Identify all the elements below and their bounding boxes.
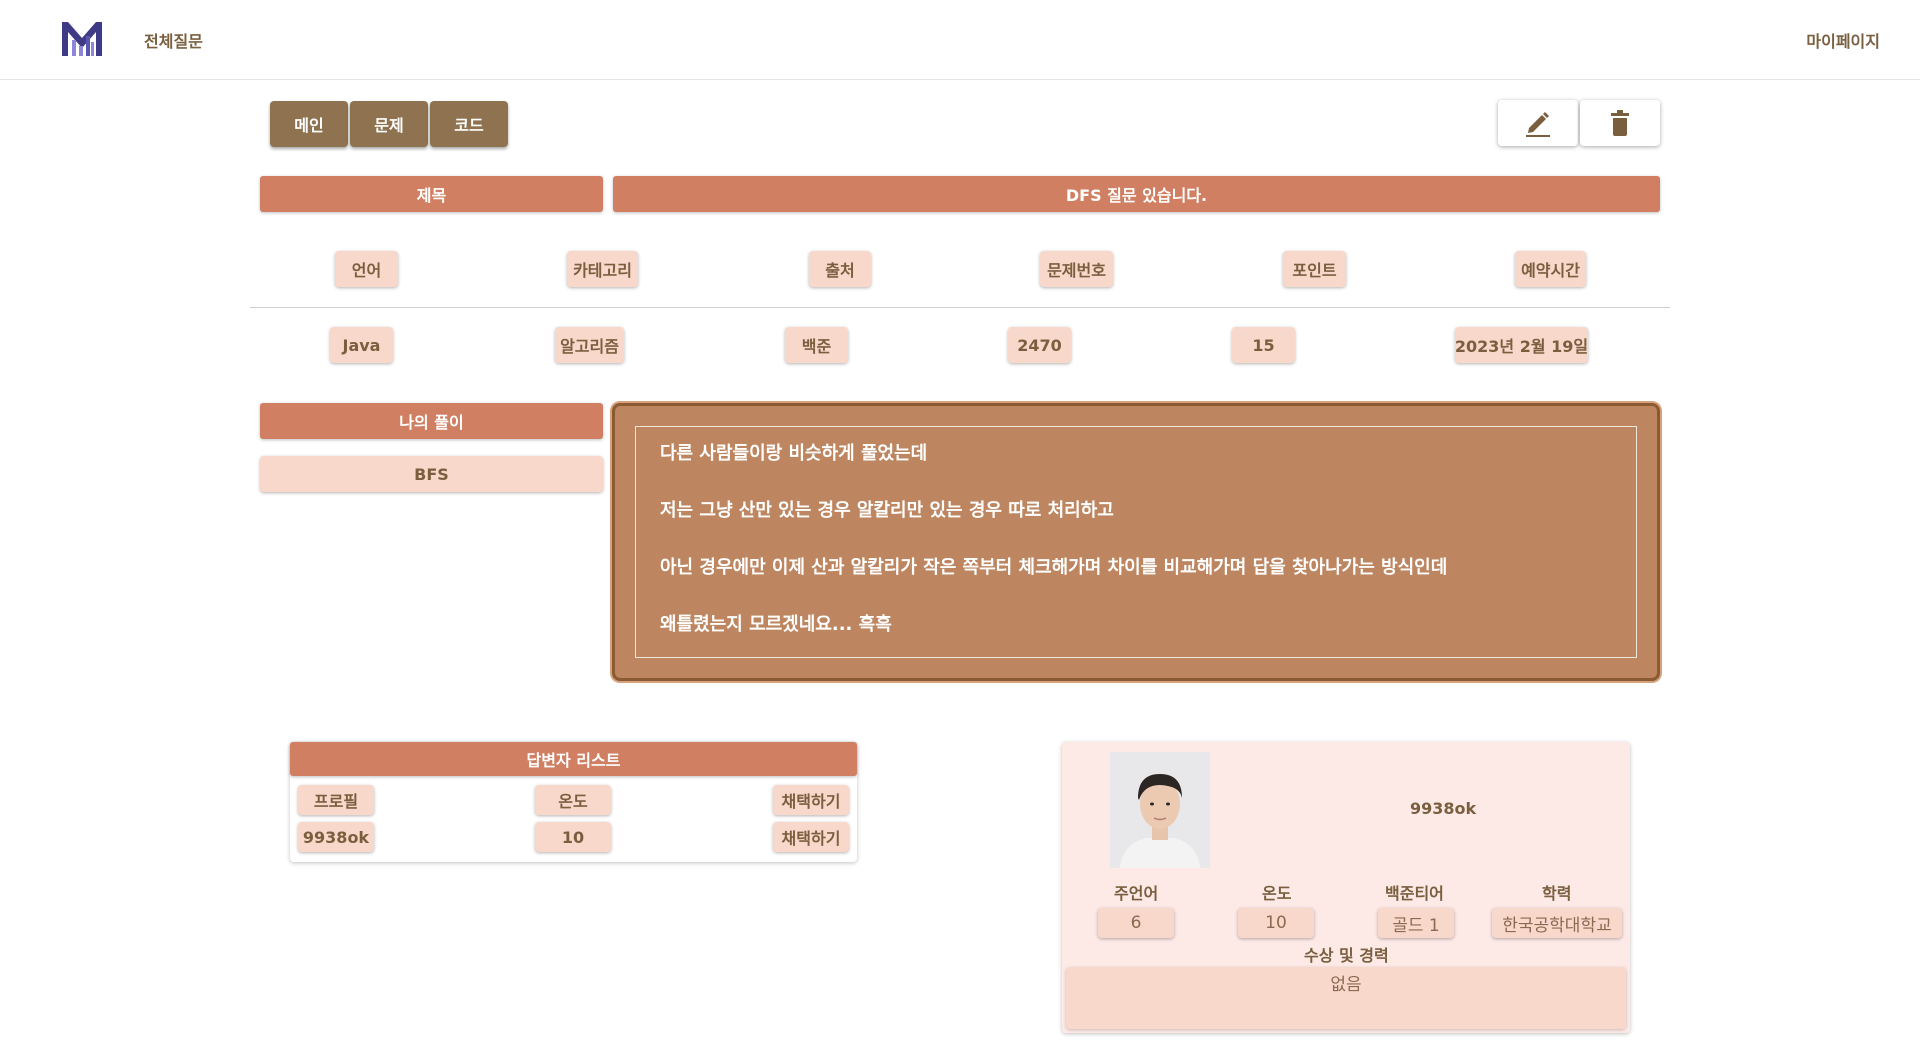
profile-value-tier: 골드 1 [1378,908,1454,938]
answerer-temp: 10 [535,822,611,852]
info-value-point: 15 [1232,327,1295,363]
info-divider [250,307,1670,308]
tab-bar: 메인 문제 코드 [270,101,508,147]
title-label: 제목 [260,176,603,212]
answerer-header-profile: 프로필 [298,785,374,815]
nav-all-questions[interactable]: 전체질문 [144,28,203,52]
info-value-reserve-time: 2023년 2월 19일 [1455,327,1588,363]
title-value: DFS 질문 있습니다. [613,176,1660,212]
logo-icon[interactable] [62,22,102,56]
tab-problem[interactable]: 문제 [350,101,428,147]
profile-label-language: 주언어 [1114,884,1159,903]
select-answer-button[interactable]: 채택하기 [773,822,849,852]
info-value-source: 백준 [785,327,848,363]
tab-code[interactable]: 코드 [430,101,508,147]
info-header-point: 포인트 [1283,251,1346,287]
profile-label-temp: 온도 [1262,884,1292,903]
info-value-category: 알고리즘 [555,327,624,363]
answerer-header-select: 채택하기 [773,785,849,815]
profile-label-tier: 백준티어 [1385,884,1444,903]
profile-card: 9938ok 주언어 온도 백준티어 학력 6 10 골드 1 한국공학대학교 … [1062,742,1630,1033]
solution-algorithm: BFS [260,456,603,492]
answerer-list: 답변자 리스트 프로필 온도 채택하기 9938ok 10 채택하기 [290,742,857,862]
nav-mypage[interactable]: 마이페이지 [1806,28,1880,52]
top-navbar: 전체질문 마이페이지 [0,0,1920,80]
info-header-category: 카테고리 [567,251,638,287]
edit-button[interactable] [1498,100,1578,146]
profile-awards-value: 없음 [1066,967,1626,1029]
solution-line: 아닌 경우에만 이제 산과 알칼리가 작은 쪽부터 체크해가며 차이를 비교해가… [660,557,1448,578]
solution-content-box: 다른 사람들이랑 비슷하게 풀었는데 저는 그냥 산만 있는 경우 알칼리만 있… [612,403,1660,681]
solution-content-inner: 다른 사람들이랑 비슷하게 풀었는데 저는 그냥 산만 있는 경우 알칼리만 있… [635,426,1637,658]
profile-value-language: 6 [1098,908,1174,938]
answerer-header-temp: 온도 [535,785,611,815]
avatar [1110,752,1210,868]
profile-awards-label: 수상 및 경력 [1304,946,1389,965]
answerer-profile-link[interactable]: 9938ok [298,822,374,852]
profile-value-temp: 10 [1238,908,1314,938]
profile-label-education: 학력 [1542,884,1572,903]
action-buttons [1498,100,1660,146]
answerer-list-title: 답변자 리스트 [290,742,857,776]
profile-name: 9938ok [1410,799,1477,818]
profile-value-education: 한국공학대학교 [1492,908,1622,938]
solution-line: 왜틀렸는지 모르겠네요... 흑흑 [660,614,892,635]
info-value-language: Java [330,327,393,363]
info-header-source: 출처 [809,251,871,287]
tab-main[interactable]: 메인 [270,101,348,147]
trash-icon [1611,110,1629,136]
solution-line: 저는 그냥 산만 있는 경우 알칼리만 있는 경우 따로 처리하고 [660,500,1114,521]
solution-line: 다른 사람들이랑 비슷하게 풀었는데 [660,443,928,464]
solution-label: 나의 풀이 [260,403,603,439]
delete-button[interactable] [1580,100,1660,146]
info-header-language: 언어 [335,251,398,287]
info-header-problem-number: 문제번호 [1040,251,1113,287]
info-header-reserve-time: 예약시간 [1515,251,1586,287]
info-value-problem-number: 2470 [1008,327,1071,363]
pencil-icon [1526,112,1550,137]
